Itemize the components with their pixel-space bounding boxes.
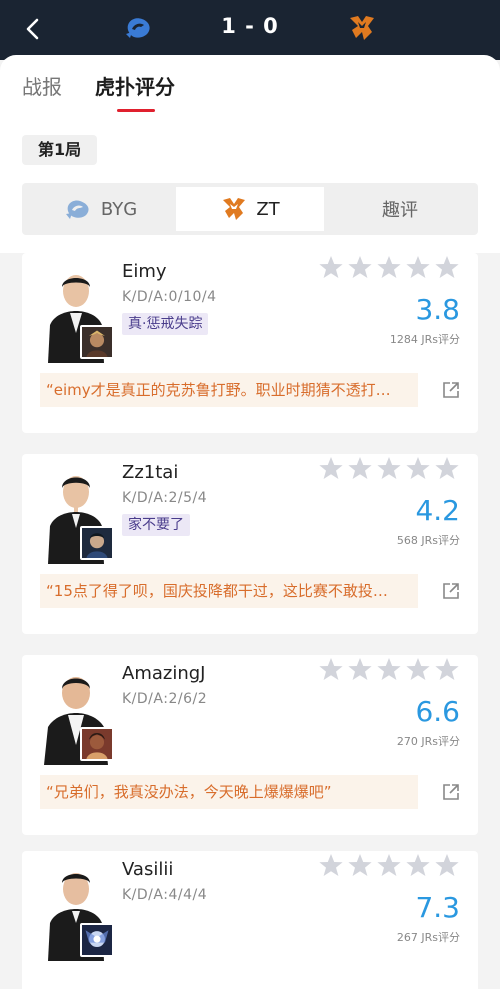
tab-bar: 战报 虎扑评分: [0, 55, 500, 115]
star-icon: [406, 457, 430, 479]
champion-icon: [80, 526, 114, 560]
star-rating-input[interactable]: [318, 853, 462, 879]
star-icon: [406, 854, 430, 876]
champion-icon: [80, 325, 114, 359]
star-icon: [348, 457, 372, 479]
player-name: Eimy: [122, 261, 167, 282]
star-icon: [377, 658, 401, 680]
star-icon: [406, 256, 430, 278]
star-icon: [348, 854, 372, 876]
byg-logo-icon: [65, 200, 89, 219]
rating-count: 568 JRs评分: [396, 534, 460, 547]
star-icon: [406, 658, 430, 680]
star-icon: [319, 658, 343, 680]
content-sheet: 战报 虎扑评分 第1局 BYG ZT 趣评 Eimy K/D/A:0/10/4 …: [0, 55, 500, 989]
top-comment[interactable]: “兄弟们，我真没办法，今天晚上爆爆爆吧”: [40, 775, 418, 809]
segment-byg-label: BYG: [100, 198, 138, 220]
player-rating: 3.8: [415, 293, 460, 326]
rating-count: 1284 JRs评分: [389, 333, 460, 346]
player-kda: K/D/A:4/4/4: [122, 887, 208, 903]
rating-count: 270 JRs评分: [396, 735, 460, 748]
tab-zhanbao[interactable]: 战报: [22, 71, 62, 100]
player-card[interactable]: Eimy K/D/A:0/10/4 真·惩戒失踪 3.8 1284 JRs评分 …: [22, 253, 478, 433]
match-score: 1 - 0: [221, 14, 279, 38]
star-rating-input[interactable]: [318, 657, 462, 683]
tab-hupu-rating[interactable]: 虎扑评分: [95, 71, 175, 100]
player-card[interactable]: Vasilii K/D/A:4/4/4 7.3 267 JRs评分: [22, 851, 478, 989]
star-icon: [435, 457, 459, 479]
player-rating-list: Eimy K/D/A:0/10/4 真·惩戒失踪 3.8 1284 JRs评分 …: [0, 253, 500, 989]
player-kda: K/D/A:2/5/4: [122, 490, 208, 506]
share-icon[interactable]: [442, 381, 460, 399]
segment-zt-label: ZT: [256, 198, 280, 220]
star-rating-input[interactable]: [318, 255, 462, 281]
player-card[interactable]: AmazingJ K/D/A:2/6/2 6.6 270 JRs评分 “兄弟们，…: [22, 655, 478, 835]
player-rating: 7.3: [415, 891, 460, 924]
share-icon[interactable]: [442, 582, 460, 600]
star-icon: [319, 457, 343, 479]
team-segment-control: BYG ZT 趣评: [22, 183, 478, 235]
game-selector[interactable]: 第1局: [22, 135, 98, 165]
top-comment[interactable]: “eimy才是真正的克苏鲁打野。职业时期猜不透打…: [40, 373, 418, 407]
player-name: AmazingJ: [122, 663, 206, 684]
active-tab-indicator: [117, 109, 155, 112]
star-icon: [435, 658, 459, 680]
share-icon[interactable]: [442, 783, 460, 801]
champion-icon: [80, 727, 114, 761]
star-rating-input[interactable]: [318, 456, 462, 482]
player-tag: 真·惩戒失踪: [122, 313, 209, 335]
player-kda: K/D/A:0/10/4: [122, 289, 217, 305]
zt-logo-icon[interactable]: [346, 12, 378, 44]
top-bar: 1 - 0: [0, 0, 500, 60]
rating-count: 267 JRs评分: [396, 931, 460, 944]
star-icon: [377, 854, 401, 876]
star-icon: [319, 256, 343, 278]
player-rating: 4.2: [415, 494, 460, 527]
segment-zt[interactable]: ZT: [176, 187, 324, 231]
player-kda: K/D/A:2/6/2: [122, 691, 208, 707]
star-icon: [435, 854, 459, 876]
segment-byg[interactable]: BYG: [26, 187, 174, 231]
star-icon: [377, 256, 401, 278]
player-card[interactable]: Zz1tai K/D/A:2/5/4 家不要了 4.2 568 JRs评分 “1…: [22, 454, 478, 634]
player-rating: 6.6: [415, 695, 460, 728]
player-name: Vasilii: [122, 859, 174, 880]
player-name: Zz1tai: [122, 462, 179, 483]
top-comment[interactable]: “15点了得了呗，国庆投降都干过，这比赛不敢投…: [40, 574, 418, 608]
star-icon: [377, 457, 401, 479]
player-tag: 家不要了: [122, 514, 190, 536]
star-icon: [319, 854, 343, 876]
zt-logo-icon: [223, 198, 246, 220]
segment-quping[interactable]: 趣评: [326, 187, 474, 231]
champion-icon: [80, 923, 114, 957]
star-icon: [348, 658, 372, 680]
star-icon: [348, 256, 372, 278]
star-icon: [435, 256, 459, 278]
